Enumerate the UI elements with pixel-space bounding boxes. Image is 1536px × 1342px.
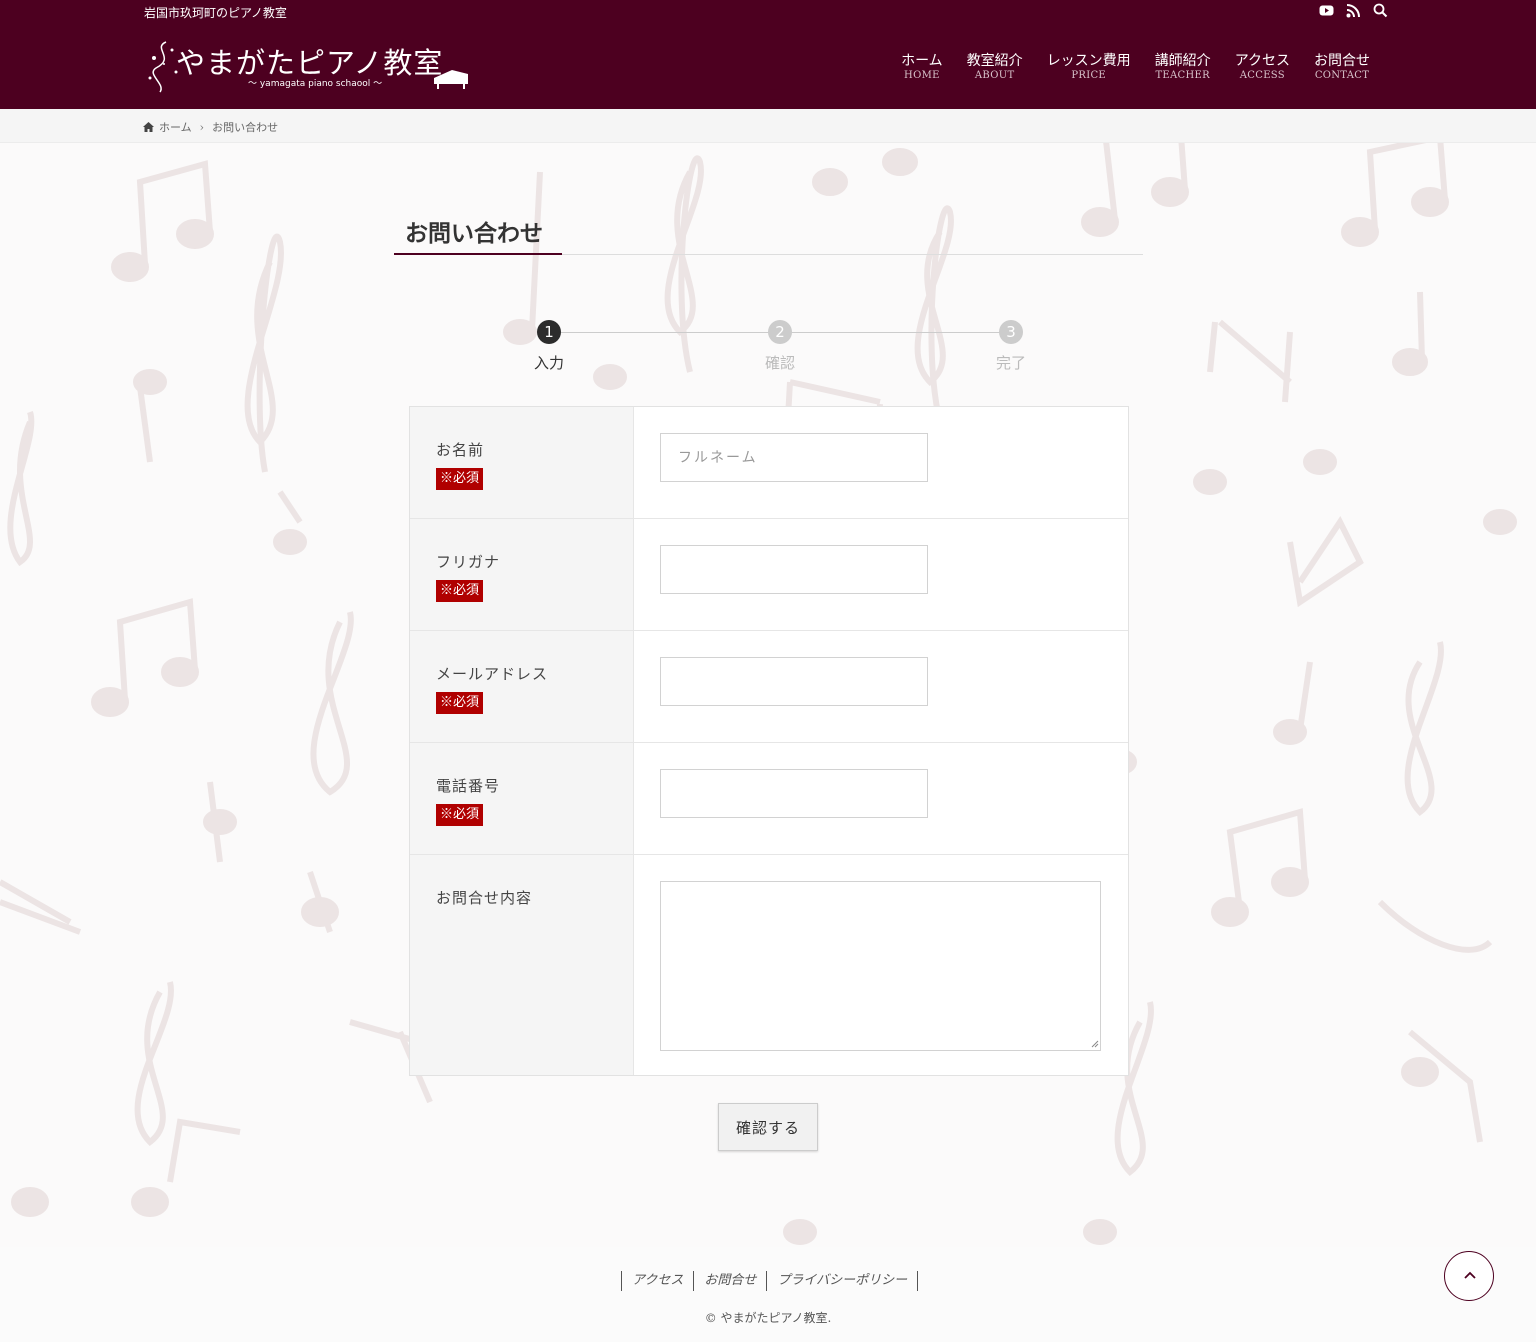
step-number: 3 (999, 320, 1023, 344)
furigana-input[interactable] (660, 545, 928, 594)
nav-item-teacher[interactable]: 講師紹介 TEACHER (1143, 52, 1223, 82)
step-label: 完了 (995, 354, 1026, 372)
nav-label: 教室紹介 (966, 53, 1023, 69)
step-input: 1 入力 (499, 320, 599, 373)
nav-label: アクセス (1234, 53, 1290, 69)
step-confirm: 2 確認 (730, 320, 830, 373)
page-title-block: お問い合わせ (394, 212, 1143, 255)
site-footer: アクセス お問合せ プライバシーポリシー © やまがたピアノ教室. (0, 1247, 1536, 1342)
field-label: メールアドレス (436, 665, 549, 683)
field-input-cell (634, 743, 1128, 854)
chevron-up-icon (1464, 1271, 1476, 1279)
page-title: お問い合わせ (405, 220, 543, 247)
field-label: お名前 (436, 441, 485, 459)
copyright: © やまがたピアノ教室. (704, 1311, 832, 1325)
nav-item-price[interactable]: レッスン費用 PRICE (1035, 52, 1143, 82)
field-label: 電話番号 (436, 777, 501, 795)
home-icon (143, 122, 154, 132)
step-complete: 3 完了 (961, 320, 1061, 373)
breadcrumb-current: お問い合わせ (212, 121, 279, 134)
field-label: フリガナ (436, 553, 501, 571)
nav-label: お問合せ (1314, 53, 1370, 69)
page-top-button[interactable] (1444, 1251, 1494, 1301)
resize-handle-icon[interactable] (1091, 1040, 1099, 1048)
site-tagline: 岩国市玖珂町のピアノ教室 (144, 6, 287, 20)
site-header: 岩国市玖珂町のピアノ教室 やまがたピアノ教室 ～ yamagata piano … (0, 0, 1536, 109)
rss-icon[interactable] (1346, 3, 1361, 18)
footer-link-privacy[interactable]: プライバシーポリシー (767, 1271, 919, 1291)
site-logo[interactable]: やまがたピアノ教室 ～ yamagata piano schaool ～ (146, 36, 476, 94)
nav-sublabel: PRICE (1071, 70, 1107, 81)
contact-form: お名前 ※必須 フリガナ ※必須 メールアドレス ※必須 (409, 406, 1129, 1076)
footer-nav: アクセス お問合せ プライバシーポリシー (621, 1271, 919, 1291)
piano-icon (434, 70, 468, 89)
step-number: 2 (768, 320, 792, 344)
nav-label: 講師紹介 (1154, 53, 1211, 69)
nav-sublabel: CONTACT (1314, 70, 1370, 81)
nav-item-access[interactable]: アクセス ACCESS (1223, 52, 1302, 82)
chevron-right-icon: › (199, 120, 205, 134)
nav-item-about[interactable]: 教室紹介 ABOUT (955, 52, 1035, 82)
required-badge: ※必須 (436, 580, 484, 602)
form-row-furigana: フリガナ ※必須 (410, 519, 1128, 631)
field-label-cell: お問合せ内容 (410, 855, 634, 1075)
main-content: お問い合わせ 1 入力 2 確認 3 完了 お名前 ※必須 フルネーム フリガナ… (0, 142, 1536, 1247)
header-social-icons (1319, 3, 1388, 18)
form-row-phone: 電話番号 ※必須 (410, 743, 1128, 855)
field-input-cell (634, 855, 1128, 1075)
required-badge: ※必須 (436, 692, 484, 714)
form-row-name: お名前 ※必須 (410, 407, 1128, 519)
field-label-cell: フリガナ ※必須 (410, 519, 634, 630)
field-label-cell: 電話番号 ※必須 (410, 743, 634, 854)
step-number: 1 (537, 320, 561, 344)
required-badge: ※必須 (436, 804, 484, 826)
nav-sublabel: TEACHER (1155, 70, 1210, 81)
nav-sublabel: ABOUT (974, 70, 1015, 81)
field-label-cell: メールアドレス ※必須 (410, 631, 634, 742)
form-row-email: メールアドレス ※必須 (410, 631, 1128, 743)
nav-label: レッスン費用 (1046, 53, 1131, 69)
form-steps: 1 入力 2 確認 3 完了 (500, 320, 1060, 380)
email-input[interactable] (660, 657, 928, 706)
nav-item-contact[interactable]: お問合せ CONTACT (1302, 52, 1382, 82)
required-badge: ※必須 (436, 468, 484, 490)
field-label-cell: お名前 ※必須 (410, 407, 634, 518)
logo-subtitle: ～ yamagata piano schaool ～ (248, 79, 383, 89)
footer-link-access[interactable]: アクセス (622, 1271, 695, 1291)
name-input[interactable] (660, 433, 928, 482)
footer-link-contact[interactable]: お問合せ (694, 1271, 768, 1291)
nav-item-home[interactable]: ホーム HOME (889, 52, 955, 82)
message-textarea[interactable] (660, 881, 1101, 1051)
breadcrumb-home-link[interactable]: ホーム (159, 119, 192, 135)
field-input-cell (634, 407, 1128, 518)
nav-sublabel: ACCESS (1239, 70, 1285, 81)
step-label: 確認 (764, 354, 795, 372)
nav-label: ホーム (901, 53, 943, 69)
field-label: お問合せ内容 (436, 889, 533, 907)
step-label: 入力 (533, 354, 564, 372)
breadcrumb: ホーム › お問い合わせ (0, 109, 1536, 143)
search-icon[interactable] (1373, 3, 1388, 18)
field-input-cell (634, 631, 1128, 742)
field-input-cell (634, 519, 1128, 630)
nav-sublabel: HOME (904, 70, 940, 81)
confirm-button[interactable]: 確認する (718, 1103, 818, 1151)
global-nav: ホーム HOME 教室紹介 ABOUT レッスン費用 PRICE 講師紹介 TEACHE… (889, 52, 1382, 82)
title-underline (394, 253, 562, 255)
phone-input[interactable] (660, 769, 928, 818)
youtube-icon[interactable] (1319, 3, 1334, 18)
form-row-message: お問合せ内容 (410, 855, 1128, 1075)
